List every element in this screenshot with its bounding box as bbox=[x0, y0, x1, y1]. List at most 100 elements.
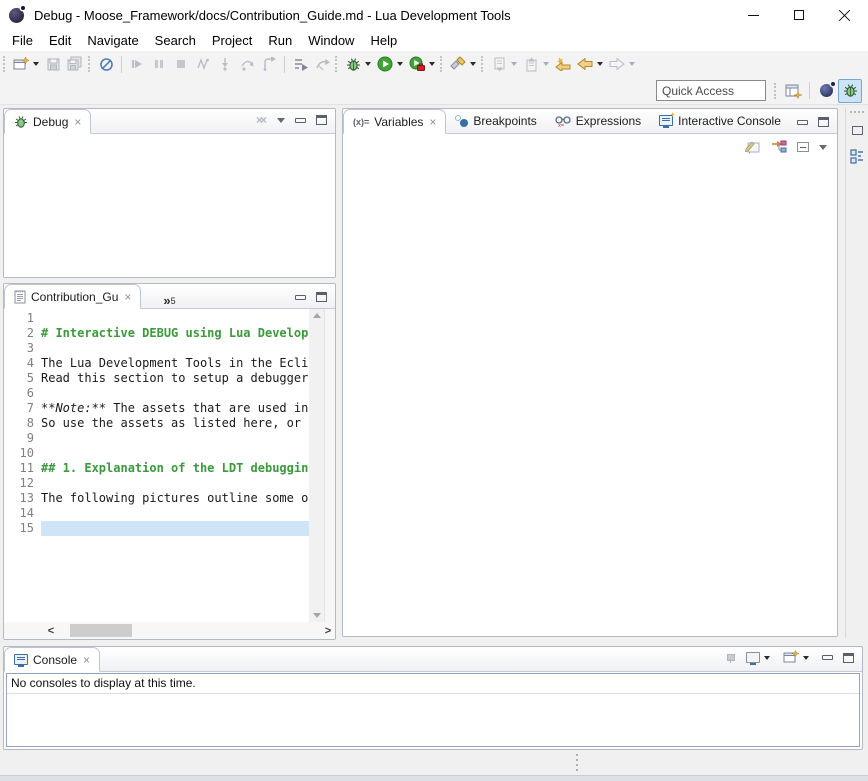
toolbar-grip[interactable] bbox=[774, 83, 777, 99]
previous-annotation-dropdown[interactable] bbox=[543, 62, 549, 66]
new-wizard-button[interactable] bbox=[10, 53, 32, 75]
view-menu-icon[interactable] bbox=[277, 118, 285, 123]
minimize-window-button[interactable] bbox=[730, 0, 776, 30]
terminate-button[interactable] bbox=[170, 53, 192, 75]
menu-project[interactable]: Project bbox=[204, 31, 260, 50]
editor-vertical-scrollbar[interactable] bbox=[309, 309, 324, 622]
minimize-view-icon[interactable] bbox=[797, 120, 808, 125]
open-console-button[interactable] bbox=[783, 650, 812, 665]
console-body[interactable]: No consoles to display at this time. bbox=[6, 673, 860, 747]
editor-text-area[interactable]: # Interactive DEBUG using Lua Develop Th… bbox=[41, 309, 309, 622]
editor-panel: Contribution_Gu × » 5 12 34 56 78 910 11… bbox=[3, 283, 336, 640]
tab-close-icon[interactable]: × bbox=[124, 291, 131, 303]
next-annotation-dropdown[interactable] bbox=[511, 62, 517, 66]
tab-close-icon[interactable]: × bbox=[74, 116, 81, 128]
collapse-all-icon[interactable] bbox=[797, 142, 809, 152]
step-into-button[interactable] bbox=[214, 53, 236, 75]
maximize-view-icon[interactable] bbox=[843, 653, 854, 663]
show-type-names-button[interactable] bbox=[745, 140, 761, 154]
suspend-button[interactable] bbox=[148, 53, 170, 75]
run-button[interactable] bbox=[374, 53, 396, 75]
tab-editor-contribution-guide[interactable]: Contribution_Gu × bbox=[4, 284, 141, 309]
external-tools-dropdown[interactable] bbox=[429, 62, 435, 66]
remove-all-terminated-button[interactable]: ×× bbox=[256, 113, 267, 127]
maximize-view-icon[interactable] bbox=[818, 117, 829, 127]
toolbar-grip[interactable] bbox=[88, 56, 91, 72]
tab-variables[interactable]: (x)= Variables × bbox=[343, 109, 446, 134]
scroll-up-icon[interactable] bbox=[313, 313, 321, 318]
menu-navigate[interactable]: Navigate bbox=[79, 31, 146, 50]
hscroll-thumb[interactable] bbox=[70, 624, 132, 637]
display-console-dropdown[interactable] bbox=[764, 656, 770, 660]
external-tools-button[interactable] bbox=[406, 53, 428, 75]
menu-help[interactable]: Help bbox=[362, 31, 405, 50]
back-button[interactable] bbox=[574, 53, 596, 75]
maximize-view-icon[interactable] bbox=[316, 115, 327, 125]
toolbar-grip[interactable] bbox=[481, 56, 484, 72]
open-perspective-button[interactable] bbox=[781, 79, 805, 103]
tab-close-icon[interactable]: × bbox=[429, 116, 436, 128]
minimize-view-icon[interactable] bbox=[822, 655, 833, 660]
debug-dropdown[interactable] bbox=[365, 62, 371, 66]
last-edit-location-button[interactable] bbox=[552, 53, 574, 75]
tab-interactive-console[interactable]: Interactive Console bbox=[650, 108, 790, 133]
step-return-button[interactable] bbox=[258, 53, 280, 75]
scroll-right-icon[interactable]: > bbox=[321, 625, 335, 637]
disconnect-button[interactable] bbox=[192, 53, 214, 75]
tab-console[interactable]: Console × bbox=[4, 647, 100, 672]
search-button[interactable] bbox=[447, 53, 469, 75]
toolbar-grip[interactable] bbox=[440, 56, 443, 72]
tab-close-icon[interactable]: × bbox=[83, 654, 90, 666]
tab-breakpoints[interactable]: Breakpoints bbox=[446, 108, 545, 133]
debug-button[interactable] bbox=[342, 53, 364, 75]
back-dropdown[interactable] bbox=[597, 62, 603, 66]
next-annotation-button[interactable] bbox=[488, 53, 510, 75]
open-console-dropdown[interactable] bbox=[803, 656, 809, 660]
menu-window[interactable]: Window bbox=[300, 31, 362, 50]
minimize-view-icon[interactable] bbox=[295, 118, 306, 123]
outline-view-button[interactable] bbox=[847, 147, 867, 167]
tab-expressions[interactable]: x= Expressions bbox=[546, 108, 650, 133]
menu-file[interactable]: File bbox=[4, 31, 41, 50]
scroll-left-icon[interactable]: < bbox=[44, 625, 58, 637]
editor-horizontal-scrollbar[interactable]: < > bbox=[4, 622, 335, 639]
menu-run[interactable]: Run bbox=[260, 31, 300, 50]
forward-dropdown[interactable] bbox=[629, 62, 635, 66]
tab-debug[interactable]: Debug × bbox=[4, 109, 91, 134]
pin-console-icon[interactable] bbox=[726, 653, 736, 663]
editor-body[interactable]: 12 34 56 78 910 1112 1314 15 # Interacti… bbox=[4, 309, 335, 622]
editor-tab-overflow[interactable]: » 5 bbox=[141, 290, 175, 308]
toolbar-grip[interactable] bbox=[335, 56, 338, 72]
quick-access-input[interactable]: Quick Access bbox=[656, 80, 766, 101]
maximize-view-icon[interactable] bbox=[316, 292, 327, 302]
new-wizard-dropdown[interactable] bbox=[33, 62, 39, 66]
use-step-filters-button[interactable] bbox=[289, 53, 311, 75]
scroll-down-icon[interactable] bbox=[313, 613, 321, 618]
lua-perspective-button[interactable] bbox=[814, 79, 838, 103]
restore-view-button[interactable] bbox=[847, 120, 867, 140]
menu-edit[interactable]: Edit bbox=[41, 31, 79, 50]
status-drag-handle[interactable] bbox=[576, 754, 578, 771]
debug-perspective-button[interactable] bbox=[838, 79, 862, 103]
close-window-button[interactable] bbox=[822, 0, 868, 30]
toolbar-grip[interactable] bbox=[3, 56, 6, 72]
skip-all-breakpoints-button[interactable] bbox=[95, 53, 117, 75]
drop-to-frame-button[interactable] bbox=[311, 53, 333, 75]
show-logical-structure-button[interactable] bbox=[771, 140, 787, 154]
resume-button[interactable] bbox=[126, 53, 148, 75]
view-menu-icon[interactable] bbox=[819, 145, 827, 150]
hscroll-track[interactable] bbox=[58, 624, 321, 637]
run-dropdown[interactable] bbox=[397, 62, 403, 66]
run-icon bbox=[377, 56, 393, 72]
previous-annotation-button[interactable] bbox=[520, 53, 542, 75]
forward-button[interactable] bbox=[606, 53, 628, 75]
step-over-button[interactable] bbox=[236, 53, 258, 75]
menu-search[interactable]: Search bbox=[147, 31, 204, 50]
save-all-button[interactable] bbox=[64, 53, 86, 75]
search-dropdown[interactable] bbox=[470, 62, 476, 66]
maximize-window-button[interactable] bbox=[776, 0, 822, 30]
rail-grip[interactable] bbox=[850, 111, 864, 113]
minimize-view-icon[interactable] bbox=[295, 295, 306, 300]
display-selected-console-button[interactable] bbox=[746, 652, 773, 663]
save-button[interactable] bbox=[42, 53, 64, 75]
